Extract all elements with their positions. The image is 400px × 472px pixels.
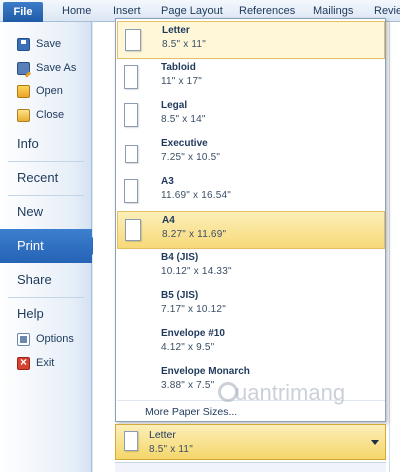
paper-name: A3 xyxy=(161,176,174,187)
paper-dimensions: 10.12" x 14.33" xyxy=(161,266,232,277)
exit-icon xyxy=(17,355,30,370)
paper-item-a3[interactable]: A3 11.69" x 16.54" xyxy=(117,173,385,211)
close-label: Close xyxy=(36,109,65,121)
nav-help[interactable]: Help xyxy=(0,297,92,331)
close-command[interactable]: Close xyxy=(0,103,92,127)
save-as-label: Save As xyxy=(36,62,77,74)
paper-name: A4 xyxy=(162,215,175,226)
watermark: uantrimang xyxy=(235,380,346,405)
nav-print[interactable]: Print xyxy=(0,229,101,263)
paper-item-letter[interactable]: Letter 8.5" x 11" xyxy=(117,21,385,59)
pane-divider xyxy=(389,22,390,472)
save-command[interactable]: Save xyxy=(0,32,92,56)
paper-dimensions: 3.88" x 7.5" xyxy=(161,380,215,391)
nav-info[interactable]: Info xyxy=(0,127,92,161)
more-paper-sizes-label: More Paper Sizes... xyxy=(145,406,238,418)
paper-dimensions: 8.5" x 11" xyxy=(162,39,206,50)
page-icon xyxy=(125,219,141,241)
save-icon xyxy=(17,37,30,51)
paper-dimensions: 11.69" x 16.54" xyxy=(161,190,231,201)
backstage-nav: Save Save As Open Close Info Recent New … xyxy=(0,22,101,472)
paper-size-combo[interactable]: Letter 8.5" x 11" xyxy=(115,424,386,460)
nav-recent[interactable]: Recent xyxy=(0,161,92,195)
page-icon xyxy=(124,103,138,127)
options-label: Options xyxy=(36,333,74,345)
page-icon xyxy=(124,431,138,451)
save-as-icon xyxy=(17,61,30,75)
open-folder-icon xyxy=(17,84,30,98)
page-icon xyxy=(125,29,141,51)
combo-paper-name: Letter xyxy=(149,429,176,441)
paper-name: Executive xyxy=(161,138,208,149)
paper-name: Envelope Monarch xyxy=(161,366,250,377)
close-folder-icon xyxy=(17,108,30,122)
paper-name: Tabloid xyxy=(161,62,196,73)
paper-name: Letter xyxy=(162,25,190,36)
tab-home[interactable]: Home xyxy=(62,5,91,17)
nav-share[interactable]: Share xyxy=(0,263,92,297)
save-label: Save xyxy=(36,38,62,50)
exit-label: Exit xyxy=(36,357,55,369)
paper-name: B5 (JIS) xyxy=(161,290,199,301)
paper-item-envelope-10[interactable]: Envelope #10 4.12" x 9.5" xyxy=(117,325,385,363)
exit-command[interactable]: Exit xyxy=(0,351,92,375)
open-command[interactable]: Open xyxy=(0,79,92,103)
paper-dimensions: 7.17" x 10.12" xyxy=(161,304,226,315)
options-command[interactable]: Options xyxy=(0,327,92,351)
options-icon xyxy=(17,332,30,346)
paper-item-tabloid[interactable]: Tabloid 11" x 17" xyxy=(117,59,385,97)
page-icon xyxy=(124,65,138,89)
paper-item-b4-jis[interactable]: B4 (JIS) 10.12" x 14.33" xyxy=(117,249,385,287)
paper-dimensions: 4.12" x 9.5" xyxy=(161,342,215,353)
paper-dimensions: 8.5" x 14" xyxy=(161,114,206,125)
nav-new[interactable]: New xyxy=(0,195,92,229)
tab-file[interactable]: File xyxy=(3,2,43,22)
paper-item-a4[interactable]: A4 8.27" x 11.69" xyxy=(117,211,385,249)
paper-item-b5-jis[interactable]: B5 (JIS) 7.17" x 10.12" xyxy=(117,287,385,325)
paper-item-executive[interactable]: Executive 7.25" x 10.5" xyxy=(117,135,385,173)
paper-dimensions: 8.27" x 11.69" xyxy=(162,229,227,240)
paper-name: Envelope #10 xyxy=(161,328,225,339)
page-icon xyxy=(124,179,138,203)
tab-mailings[interactable]: Mailings xyxy=(313,5,353,17)
paper-dimensions: 11" x 17" xyxy=(161,76,202,87)
paper-name: Legal xyxy=(161,100,188,111)
chevron-down-icon[interactable] xyxy=(371,440,379,445)
open-label: Open xyxy=(36,85,63,97)
paper-size-dropdown: Letter 8.5" x 11" Tabloid 11" x 17" Lega… xyxy=(115,18,386,422)
tab-review[interactable]: Revie xyxy=(374,5,400,17)
save-as-command[interactable]: Save As xyxy=(0,56,92,80)
page-icon xyxy=(125,145,138,163)
combo-paper-dimensions: 8.5" x 11" xyxy=(149,444,193,455)
paper-item-legal[interactable]: Legal 8.5" x 14" xyxy=(117,97,385,135)
paper-name: B4 (JIS) xyxy=(161,252,199,263)
tab-insert[interactable]: Insert xyxy=(113,5,141,17)
next-setting-row xyxy=(115,462,386,472)
paper-dimensions: 7.25" x 10.5" xyxy=(161,152,221,163)
tab-references[interactable]: References xyxy=(239,5,295,17)
tab-page-layout[interactable]: Page Layout xyxy=(161,5,223,17)
